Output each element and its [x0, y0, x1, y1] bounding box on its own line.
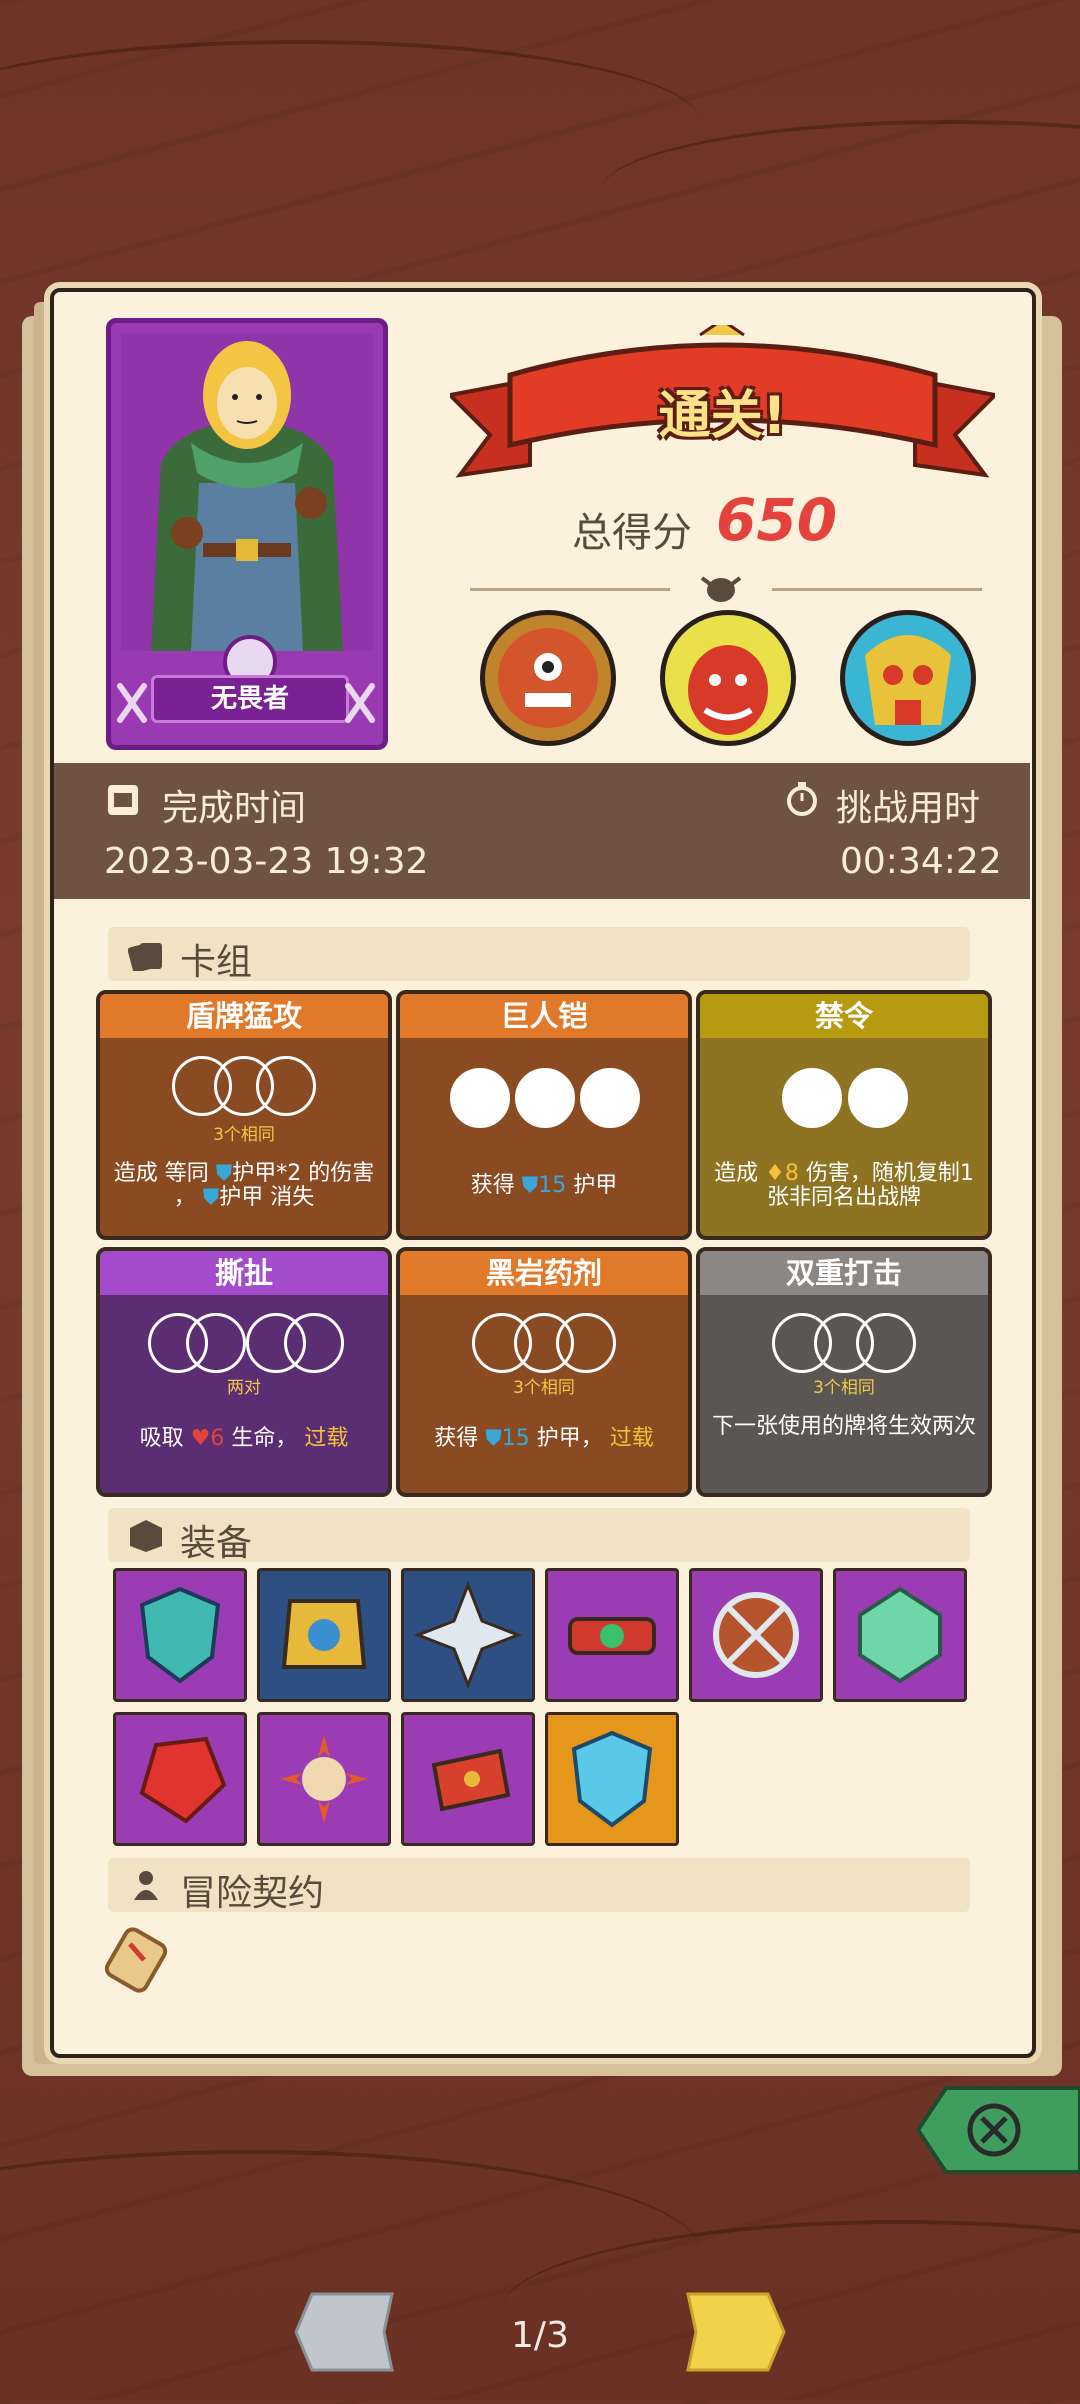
- dice-slot: [856, 1313, 916, 1373]
- calendar-icon: [108, 785, 138, 815]
- equipment-slot-10[interactable]: [545, 1712, 679, 1846]
- heart-icon: ♥: [190, 1426, 211, 1451]
- divider-left: [470, 588, 670, 591]
- close-button[interactable]: [915, 2086, 1080, 2174]
- armor-icon: ⛊: [521, 1173, 539, 1198]
- score-label: 总得分: [572, 510, 692, 556]
- card-description: 获得 ⛊15 护甲， 过载: [434, 1426, 654, 1451]
- equipment-section-title: 装备: [180, 1523, 253, 1564]
- card-requirement: 3个相同: [813, 1378, 875, 1398]
- card-title: 盾牌猛攻: [100, 994, 388, 1038]
- armor-icon: ⛊: [485, 1426, 502, 1451]
- time-summary-band: 完成时间 2023-03-23 19:32 挑战用时 00:34:22: [54, 763, 1030, 899]
- skill-card-ban[interactable]: 禁令 造成 ♦8 伤害，随机复制1张非同名出战牌: [696, 990, 992, 1240]
- next-page-button[interactable]: [682, 2290, 788, 2374]
- score-value: 650: [716, 486, 838, 554]
- dice-slot-orange: [580, 1068, 640, 1128]
- banner-title: 通关!: [658, 386, 787, 446]
- box-icon: [130, 1520, 162, 1552]
- dice-slot: [256, 1056, 316, 1116]
- boss-portrait-2[interactable]: [660, 610, 796, 746]
- equipment-slot-6[interactable]: [833, 1568, 967, 1702]
- card-title: 撕扯: [100, 1251, 388, 1295]
- dice-slot-yellow: [782, 1068, 842, 1128]
- victory-banner: 通关!: [445, 318, 1000, 495]
- challenge-time-value: 00:34:22: [840, 841, 1002, 882]
- sun-emblem-icon: [280, 1735, 368, 1823]
- person-icon: [134, 1871, 158, 1900]
- crystal-icon: [858, 1586, 942, 1684]
- equipment-slot-8[interactable]: [257, 1712, 391, 1846]
- ice-shield-icon: [571, 1730, 653, 1828]
- skull-icon: [700, 576, 742, 602]
- dice-slot-orange: [515, 1068, 575, 1128]
- equipment-section-header: 装备: [108, 1508, 970, 1564]
- bone-right-icon: [345, 683, 375, 723]
- cards-icon: [128, 943, 162, 971]
- card-title: 黑岩药剂: [400, 1251, 688, 1295]
- equipment-slot-7[interactable]: [113, 1712, 247, 1846]
- ruby-icon: [139, 1736, 227, 1824]
- hero-name: 无畏者: [151, 675, 349, 723]
- skill-card-shield-bash[interactable]: 盾牌猛攻 3个相同 造成 等同 ⛊护甲*2 的伤害 ， ⛊护甲 消失: [96, 990, 392, 1240]
- divider-right: [772, 588, 982, 591]
- bone-left-icon: [117, 683, 147, 723]
- stopwatch-icon: [787, 782, 817, 816]
- card-requirement: 3个相同: [213, 1125, 275, 1145]
- card-description: 下一张使用的牌将生效两次: [711, 1414, 976, 1439]
- round-shield-icon: [713, 1592, 799, 1678]
- skill-card-double-strike[interactable]: 双重打击 3个相同 下一张使用的牌将生效两次: [696, 1247, 992, 1497]
- card-description: 造成 ♦8 伤害，随机复制1张非同名出战牌: [714, 1161, 974, 1210]
- boss-portrait-3[interactable]: [840, 610, 976, 746]
- card-title: 禁令: [700, 994, 988, 1038]
- card-title: 双重打击: [700, 1251, 988, 1295]
- equipment-slot-5[interactable]: [689, 1568, 823, 1702]
- dice-slot-orange: [450, 1068, 510, 1128]
- deck-section-header: 卡组: [108, 927, 970, 983]
- card-requirement: 两对: [227, 1378, 261, 1398]
- chest-armor-icon: [281, 1599, 367, 1669]
- challenge-time-label: 挑战用时: [836, 788, 981, 829]
- card-description: 获得 ⛊15 护甲: [470, 1173, 618, 1198]
- armor-icon: ⛊: [202, 1185, 220, 1210]
- dice-slot: [284, 1313, 344, 1373]
- card-requirement: 3个相同: [513, 1378, 575, 1398]
- hero-card[interactable]: 无畏者: [106, 318, 388, 750]
- equipment-slot-3[interactable]: [401, 1568, 535, 1702]
- card-description: 造成 等同 ⛊护甲*2 的伤害 ， ⛊护甲 消失: [113, 1161, 375, 1210]
- dice-slot: [186, 1313, 246, 1373]
- card-description: 吸取 ♥6 生命， 过载: [139, 1426, 349, 1451]
- dice-slot: [556, 1313, 616, 1373]
- dice-slot-blue: [848, 1068, 908, 1128]
- belt-icon: [568, 1617, 656, 1655]
- finish-time-value: 2023-03-23 19:32: [104, 841, 429, 882]
- red-demon-boss-icon: [688, 645, 768, 735]
- skill-card-giant-armor[interactable]: 巨人铠 获得 ⛊15 护甲: [396, 990, 692, 1240]
- deck-section-title: 卡组: [180, 942, 253, 983]
- beast-shield-icon: [139, 1586, 221, 1684]
- bracer-icon: [431, 1748, 511, 1812]
- skill-card-black-rock-potion[interactable]: 黑岩药剂 3个相同 获得 ⛊15 护甲， 过载: [396, 1247, 692, 1497]
- skill-card-tear[interactable]: 撕扯 两对 吸取 ♥6 生命， 过载: [96, 1247, 392, 1497]
- boss-portrait-1[interactable]: [480, 610, 616, 746]
- bone-mask-boss-icon: [865, 635, 951, 725]
- scroll-icon[interactable]: [100, 1920, 172, 2000]
- equipment-slot-1[interactable]: [113, 1568, 247, 1702]
- hero-portrait: [121, 333, 373, 651]
- equipment-slot-2[interactable]: [257, 1568, 391, 1702]
- contract-section-title: 冒险契约: [180, 1873, 325, 1914]
- armor-icon: ⛊: [215, 1161, 233, 1186]
- equipment-slot-9[interactable]: [401, 1712, 535, 1846]
- cyclops-boss-icon: [498, 628, 598, 728]
- card-title: 巨人铠: [400, 994, 688, 1038]
- cross-emblem-icon: [413, 1580, 523, 1690]
- damage-icon: ♦: [765, 1161, 785, 1186]
- page-indicator: 1/3: [511, 2315, 569, 2356]
- equipment-slot-4[interactable]: [545, 1568, 679, 1702]
- finish-time-label: 完成时间: [162, 788, 307, 829]
- contract-section-header: 冒险契约: [108, 1858, 970, 1914]
